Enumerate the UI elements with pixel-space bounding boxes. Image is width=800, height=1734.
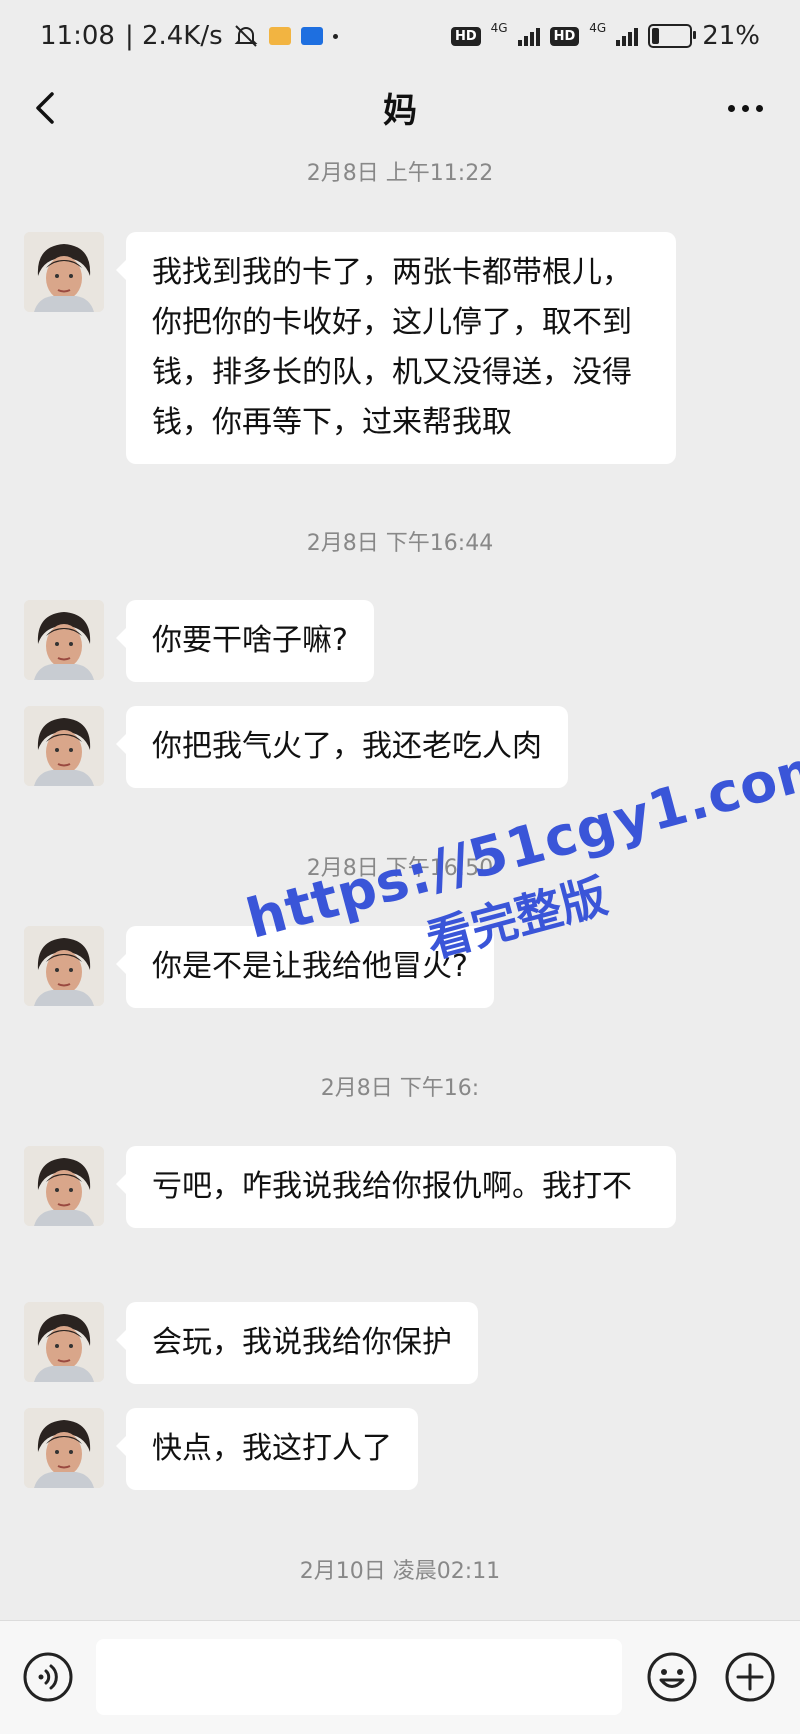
message-row: 你要干啥子嘛? [24, 600, 374, 682]
more-dots-icon[interactable] [720, 88, 770, 128]
message-bubble[interactable]: 亏吧，咋我说我给你报仇啊。我打不 [116, 1146, 676, 1228]
battery-icon [648, 24, 697, 48]
status-right: HD 4G HD 4G 21% [450, 21, 760, 51]
message-row: 快点，我这打人了 [24, 1408, 418, 1490]
mute-bell-icon [234, 25, 258, 47]
status-bar: 11:08 | 2.4K/s HD 4G HD 4G 21% [0, 0, 800, 72]
status-left: 11:08 | 2.4K/s [40, 21, 338, 51]
avatar[interactable] [24, 706, 104, 786]
message-row: 亏吧，咋我说我给你报仇啊。我打不 [24, 1146, 676, 1228]
timestamp: 2月8日 上午11:22 [306, 161, 494, 186]
dot-icon [332, 33, 338, 39]
zhihu-notification-icon [300, 27, 323, 45]
message-bubble[interactable]: 会玩，我说我给你保护 [116, 1302, 478, 1384]
avatar[interactable] [24, 926, 104, 1006]
timestamp: 2月8日 下午16:50 [306, 856, 494, 881]
input-bar [0, 1620, 800, 1734]
network-type-2: 4G [589, 21, 607, 35]
message-bubble[interactable]: 你是不是让我给他冒火? [116, 926, 494, 1008]
message-bubble[interactable]: 你要干啥子嘛? [116, 600, 374, 682]
signal-icon-2 [616, 26, 639, 46]
message-input[interactable] [96, 1639, 622, 1715]
status-net-speed: | 2.4K/s [124, 21, 223, 51]
message-row: 我找到我的卡了，两张卡都带根儿，你把你的卡收好，这儿停了，取不到钱，排多长的队，… [24, 232, 676, 464]
battery-fill [652, 28, 660, 44]
avatar[interactable] [24, 232, 104, 312]
chat-header: 妈 [0, 72, 800, 142]
battery-percent: 21% [702, 21, 760, 51]
status-time: 11:08 [40, 21, 115, 51]
message-bubble[interactable]: 你把我气火了，我还老吃人肉 [116, 706, 568, 788]
avatar[interactable] [24, 1408, 104, 1488]
message-row: 会玩，我说我给你保护 [24, 1302, 478, 1384]
timestamp: 2月10日 凌晨02:11 [299, 1559, 501, 1584]
chevron-left-icon[interactable] [26, 88, 66, 128]
plus-icon[interactable] [724, 1651, 776, 1703]
message-bubble[interactable]: 快点，我这打人了 [116, 1408, 418, 1490]
emoji-icon[interactable] [646, 1651, 698, 1703]
chat-title: 妈 [383, 90, 417, 131]
app-notification-icon [268, 27, 291, 45]
timestamp: 2月8日 下午16: [320, 1076, 480, 1101]
message-row: 你是不是让我给他冒火? [24, 926, 494, 1008]
hd-badge-2: HD [549, 26, 580, 46]
avatar[interactable] [24, 1302, 104, 1382]
hd-badge-1: HD [450, 26, 481, 46]
signal-icon-1 [517, 26, 540, 46]
message-bubble[interactable]: 我找到我的卡了，两张卡都带根儿，你把你的卡收好，这儿停了，取不到钱，排多长的队，… [116, 232, 676, 464]
voice-icon[interactable] [22, 1651, 74, 1703]
message-row: 你把我气火了，我还老吃人肉 [24, 706, 568, 788]
avatar[interactable] [24, 1146, 104, 1226]
avatar[interactable] [24, 600, 104, 680]
timestamp: 2月8日 下午16:44 [306, 531, 494, 556]
network-type-1: 4G [490, 21, 508, 35]
